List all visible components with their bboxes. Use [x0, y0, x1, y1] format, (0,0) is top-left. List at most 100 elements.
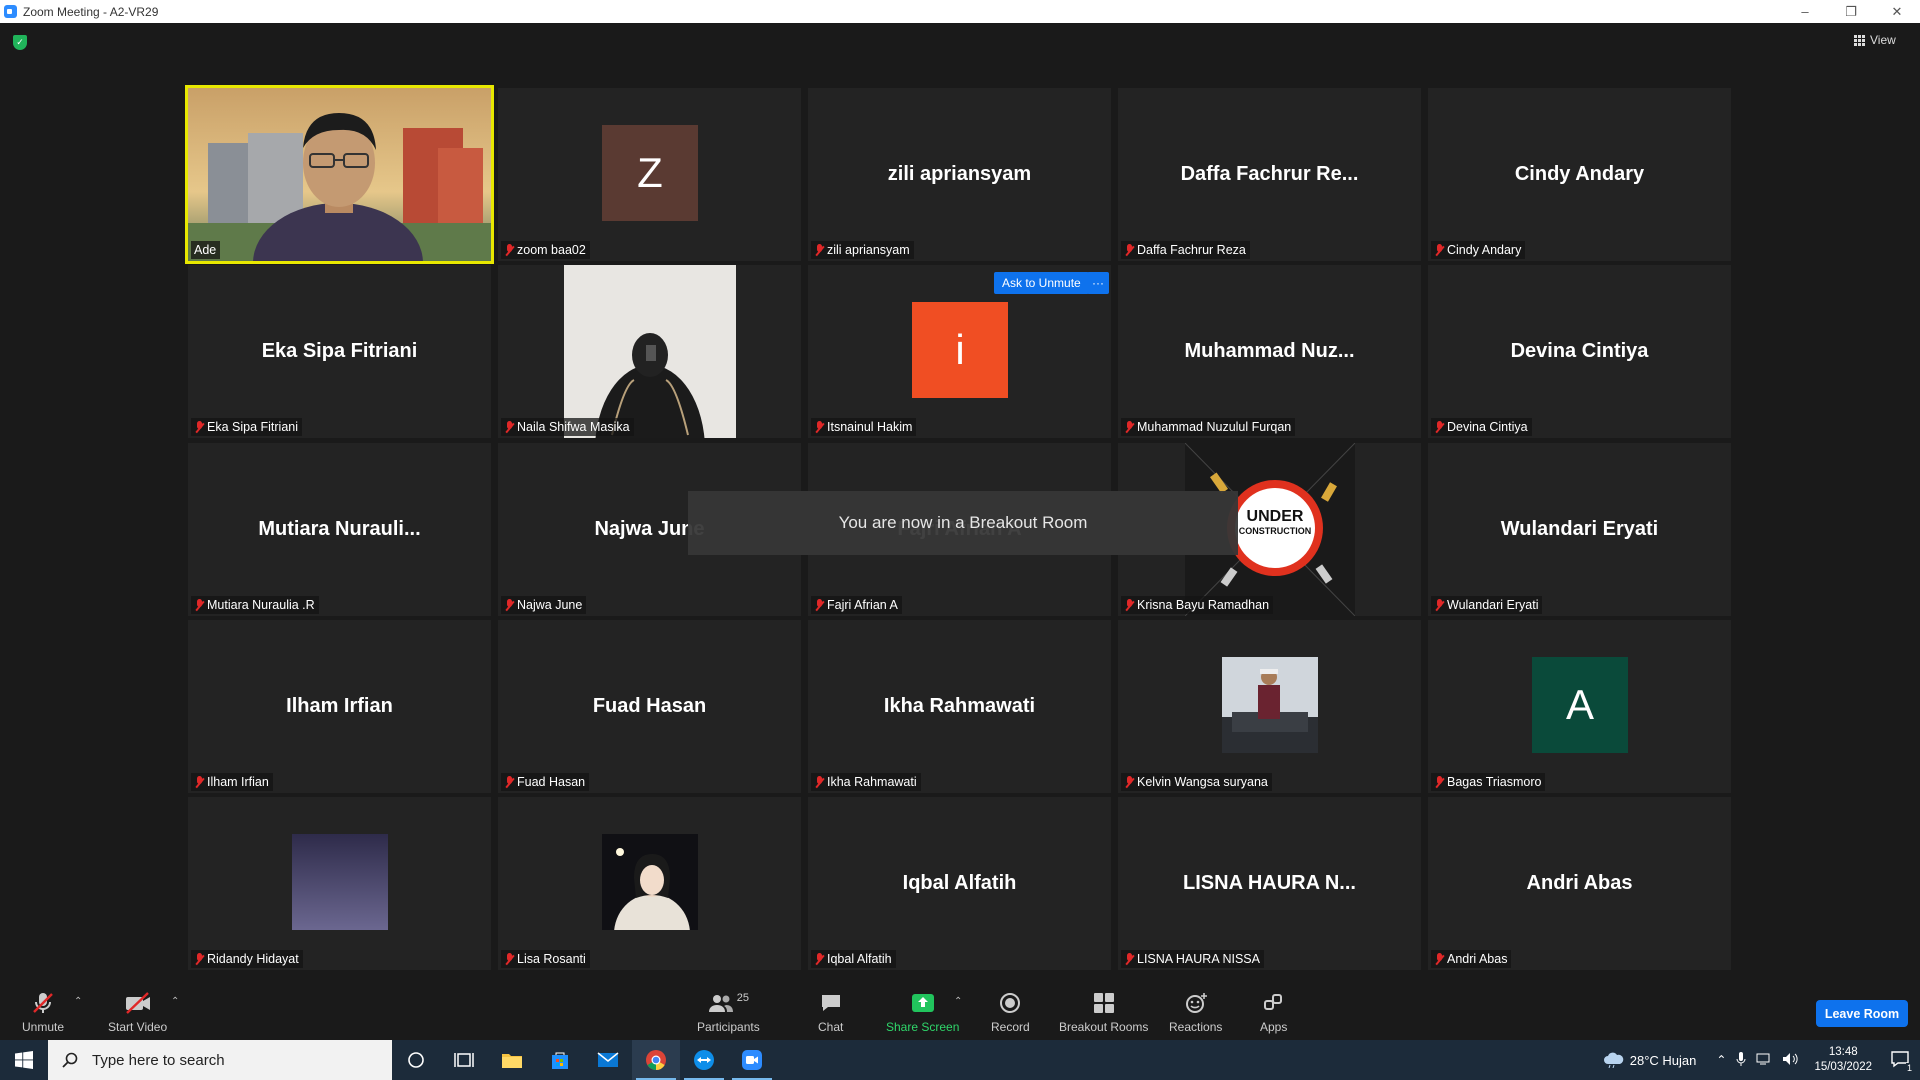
participant-tile[interactable]: Devina Cintiya Devina Cintiya: [1428, 265, 1731, 438]
show-hidden-icons-chevron-icon[interactable]: ⌃: [1716, 1053, 1726, 1067]
notification-center-icon[interactable]: 1: [1890, 1050, 1913, 1073]
participant-tile[interactable]: Eka Sipa Fitriani Eka Sipa Fitriani: [188, 265, 491, 438]
mail-icon[interactable]: [584, 1040, 632, 1080]
chrome-icon[interactable]: [632, 1040, 680, 1080]
restore-button[interactable]: ❐: [1828, 0, 1874, 23]
teamviewer-icon[interactable]: [680, 1040, 728, 1080]
windows-start-icon[interactable]: [0, 1040, 48, 1080]
search-placeholder: Type here to search: [92, 1051, 225, 1069]
participant-name: Wulandari Eryati: [1447, 598, 1539, 612]
muted-mic-icon: [814, 598, 824, 612]
taskbar-search-box[interactable]: Type here to search: [48, 1040, 392, 1080]
participant-name: Naila Shifwa Masika: [517, 420, 630, 434]
participant-photo: [1222, 657, 1318, 753]
participant-tile[interactable]: Ikha Rahmawati Ikha Rahmawati: [808, 620, 1111, 793]
network-icon[interactable]: [1756, 1052, 1772, 1069]
share-options-caret-icon[interactable]: ⌃: [954, 996, 962, 1007]
share-screen-label: Share Screen: [886, 1020, 960, 1034]
muted-mic-icon: [814, 952, 824, 966]
muted-mic-icon: [1434, 598, 1444, 612]
participant-tile[interactable]: Zzoom baa02: [498, 88, 801, 261]
muted-mic-icon: [504, 420, 514, 434]
participant-name: Fajri Afrian A: [827, 598, 898, 612]
share-screen-button[interactable]: Share Screen: [886, 992, 959, 1034]
participant-name: Ade: [194, 243, 217, 257]
participant-display-name: Andri Abas: [1526, 872, 1633, 894]
participants-button[interactable]: 25 Participants: [697, 992, 760, 1034]
participant-name: Cindy Andary: [1447, 243, 1522, 257]
participant-name-label: Lisa Rosanti: [501, 950, 590, 968]
participant-tile[interactable]: Ilham Irfian Ilham Irfian: [188, 620, 491, 793]
weather-text[interactable]: 28°C Hujan: [1630, 1053, 1697, 1068]
participant-tile[interactable]: Lisa Rosanti: [498, 797, 801, 970]
participant-display-name: Ikha Rahmawati: [883, 695, 1036, 717]
zoom-taskbar-icon[interactable]: [728, 1040, 776, 1080]
muted-mic-icon: [1124, 775, 1134, 789]
ask-to-unmute-button[interactable]: Ask to Unmute: [994, 272, 1089, 294]
apps-button[interactable]: Apps: [1260, 992, 1287, 1034]
participant-name-label: Andri Abas: [1431, 950, 1512, 968]
cortana-icon[interactable]: [392, 1040, 440, 1080]
participant-tile[interactable]: zili apriansyam zili apriansyam: [808, 88, 1111, 261]
participant-tile[interactable]: Cindy Andary Cindy Andary: [1428, 88, 1731, 261]
participant-tile[interactable]: Ridandy Hidayat: [188, 797, 491, 970]
participant-tile[interactable]: Naila Shifwa Masika: [498, 265, 801, 438]
muted-mic-icon: [194, 598, 204, 612]
muted-mic-icon: [1124, 420, 1134, 434]
video-off-icon: [124, 992, 152, 1014]
participant-tile[interactable]: Mutiara Nurauli... Mutiara Nuraulia .R: [188, 443, 491, 616]
participant-name-label: Fuad Hasan: [501, 773, 590, 791]
participant-display-name: Iqbal Alfatih: [902, 872, 1017, 894]
breakout-rooms-button[interactable]: Breakout Rooms: [1059, 992, 1148, 1034]
audio-options-caret-icon[interactable]: ⌃: [74, 996, 82, 1007]
participant-name-label: zili apriansyam: [811, 241, 914, 259]
participant-avatar: A: [1532, 657, 1628, 753]
apps-icon: [1263, 992, 1285, 1014]
muted-mic-icon: [194, 775, 204, 789]
start-video-button[interactable]: Start Video: [108, 992, 167, 1034]
toast-text: You are now in a Breakout Room: [838, 513, 1088, 532]
construction-sign-text: UNDER CONSTRUCTION: [1235, 509, 1315, 539]
participant-tile[interactable]: Ade: [185, 85, 494, 264]
view-button[interactable]: View: [1854, 33, 1896, 47]
participant-tile[interactable]: Kelvin Wangsa suryana: [1118, 620, 1421, 793]
muted-mic-icon: [1434, 952, 1444, 966]
volume-icon[interactable]: [1782, 1052, 1800, 1069]
more-options-button[interactable]: ···: [1087, 272, 1109, 294]
microsoft-store-icon[interactable]: [536, 1040, 584, 1080]
muted-mic-icon: [1124, 598, 1134, 612]
participant-tile[interactable]: LISNA HAURA N... LISNA HAURA NISSA: [1118, 797, 1421, 970]
participant-tile[interactable]: Iqbal Alfatih Iqbal Alfatih: [808, 797, 1111, 970]
file-explorer-icon[interactable]: [488, 1040, 536, 1080]
clock-time: 13:48: [1828, 1046, 1858, 1058]
weather-cloud-icon[interactable]: [1602, 1050, 1624, 1071]
participant-photo: [602, 834, 698, 930]
participant-tile[interactable]: Wulandari Eryati Wulandari Eryati: [1428, 443, 1731, 616]
minimize-button[interactable]: –: [1782, 0, 1828, 23]
participant-tile[interactable]: Daffa Fachrur Re... Daffa Fachrur Reza: [1118, 88, 1421, 261]
video-options-caret-icon[interactable]: ⌃: [171, 996, 179, 1007]
participant-name: Ilham Irfian: [207, 775, 269, 789]
microphone-icon[interactable]: [1736, 1051, 1746, 1070]
reactions-button[interactable]: Reactions: [1169, 992, 1222, 1034]
participant-video: [188, 88, 491, 261]
leave-room-button[interactable]: Leave Room: [1816, 1000, 1908, 1027]
record-button[interactable]: Record: [991, 992, 1030, 1034]
muted-mic-icon: [194, 952, 204, 966]
participant-name: Mutiara Nuraulia .R: [207, 598, 315, 612]
encryption-shield-icon[interactable]: ✓: [13, 35, 27, 50]
close-button[interactable]: ✕: [1874, 0, 1920, 23]
chat-button[interactable]: Chat: [818, 992, 843, 1034]
participant-tile[interactable]: Fuad Hasan Fuad Hasan: [498, 620, 801, 793]
participant-display-name: Ilham Irfian: [286, 695, 393, 717]
clock[interactable]: 13:48 15/03/2022: [1814, 1045, 1872, 1075]
participant-name-label: zoom baa02: [501, 241, 590, 259]
participant-name-label: Itsnainul Hakim: [811, 418, 917, 436]
participant-name-label: Devina Cintiya: [1431, 418, 1532, 436]
participant-tile[interactable]: A Bagas Triasmoro: [1428, 620, 1731, 793]
participant-tile[interactable]: Andri Abas Andri Abas: [1428, 797, 1731, 970]
unmute-button[interactable]: Unmute: [22, 992, 64, 1034]
participant-avatar: Z: [602, 125, 698, 221]
task-view-icon[interactable]: [440, 1040, 488, 1080]
participant-tile[interactable]: Muhammad Nuz... Muhammad Nuzulul Furqan: [1118, 265, 1421, 438]
